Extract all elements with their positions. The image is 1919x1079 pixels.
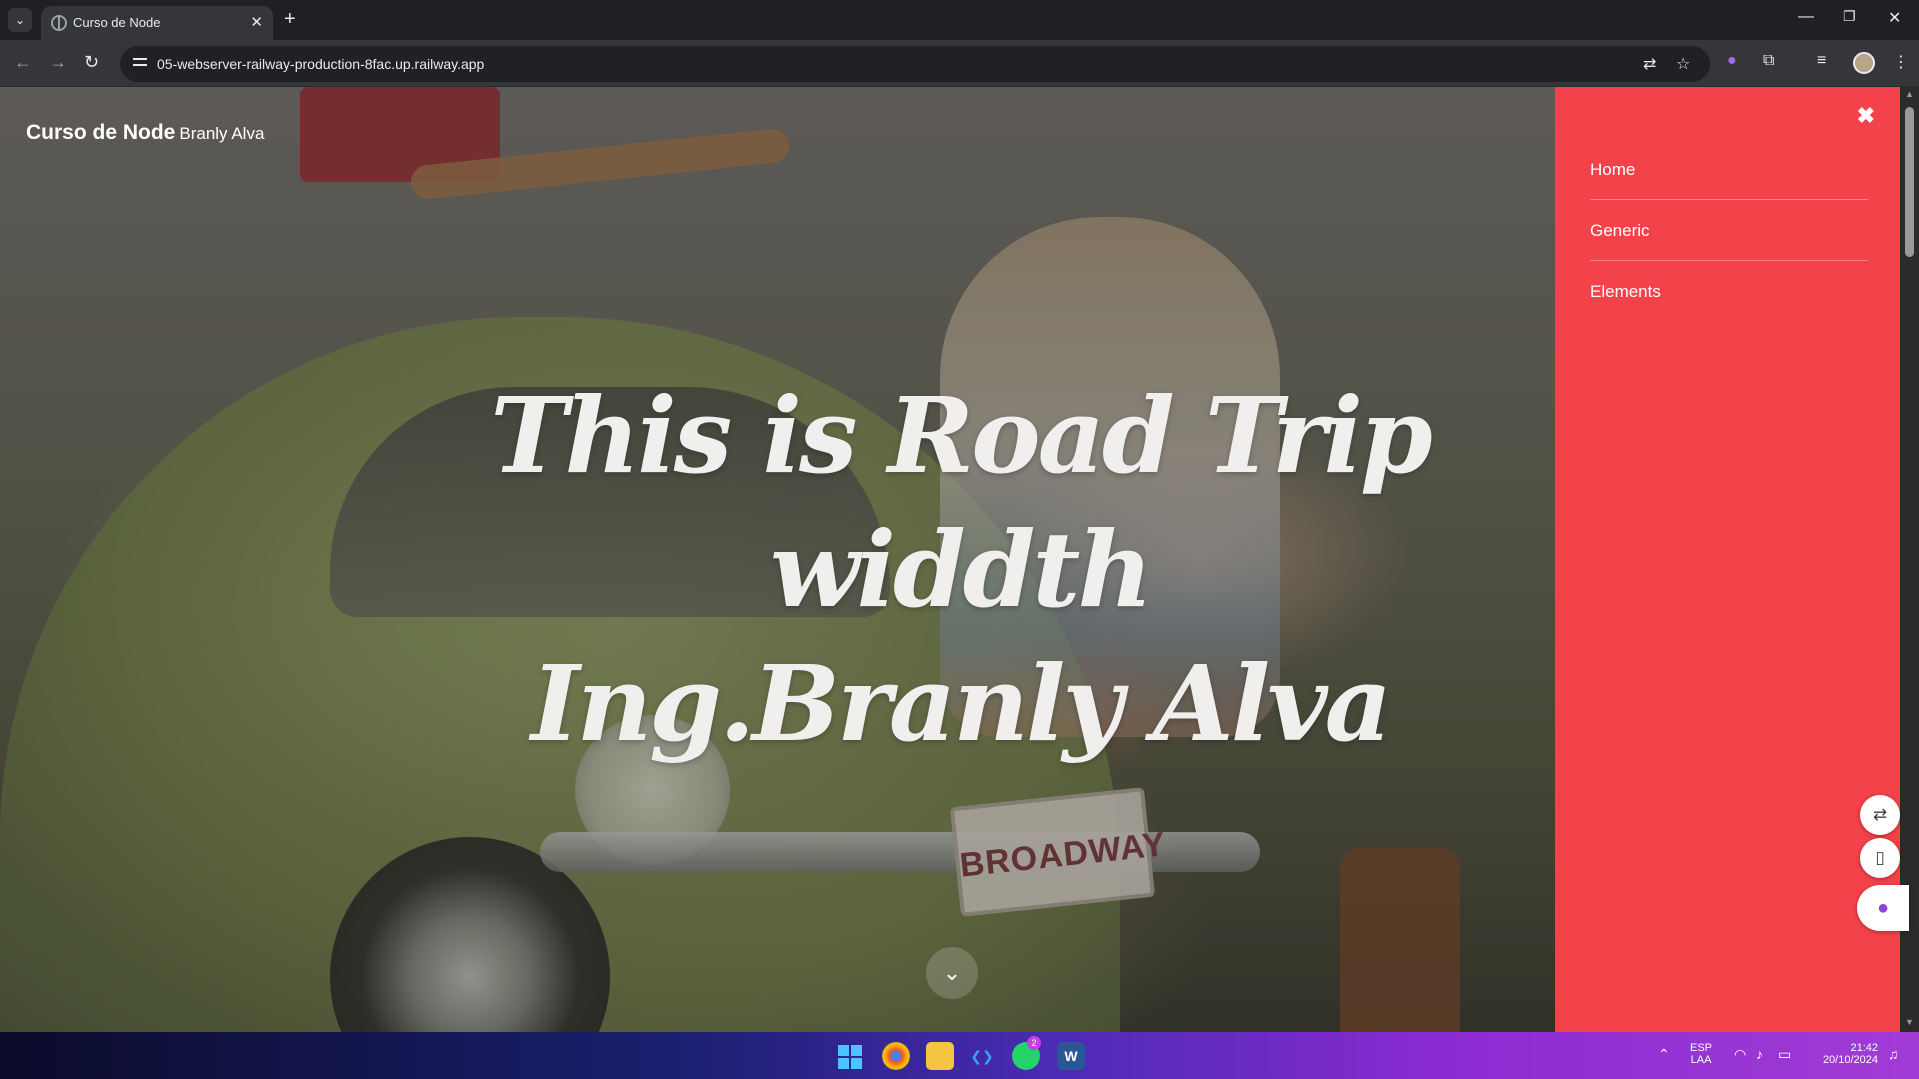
language-code: ESP bbox=[1690, 1042, 1713, 1054]
clock-time: 21:42 bbox=[1850, 1042, 1878, 1054]
translate-float-icon[interactable]: ⇄ bbox=[1860, 795, 1900, 835]
brain-assistant-icon[interactable]: ● bbox=[1857, 885, 1909, 931]
vscode-icon[interactable]: ❮❯ bbox=[968, 1042, 996, 1070]
address-bar[interactable]: 05-webserver-railway-production-8fac.up.… bbox=[120, 46, 1710, 82]
word-icon[interactable]: W bbox=[1057, 1042, 1085, 1070]
clock-date: 20/10/2024 bbox=[1822, 1054, 1878, 1066]
scrollbar-thumb[interactable] bbox=[1905, 107, 1914, 257]
globe-icon bbox=[51, 15, 67, 31]
page-viewport: BROADWAY Curso de Node Branly Alva This i… bbox=[0, 87, 1919, 1032]
brand-author: Branly Alva bbox=[179, 124, 265, 143]
menu-kebab-icon[interactable]: ⋮ bbox=[1893, 52, 1909, 72]
notification-bell-icon[interactable]: ♫ bbox=[1888, 1046, 1899, 1062]
restore-icon[interactable]: ❐ bbox=[1843, 8, 1856, 25]
clock[interactable]: 21:42 20/10/2024 bbox=[1812, 1042, 1878, 1066]
profile-avatar[interactable] bbox=[1853, 52, 1875, 74]
browser-tab-bar: ⌄ Curso de Node ✕ + — ❐ ✕ bbox=[0, 0, 1919, 40]
menu-item-home[interactable]: Home bbox=[1590, 139, 1868, 200]
tab-title: Curso de Node bbox=[73, 15, 161, 30]
side-menu: ✖ Home Generic Elements bbox=[1555, 87, 1900, 1032]
window-close-icon[interactable]: ✕ bbox=[1888, 8, 1901, 28]
windows-start-icon[interactable] bbox=[838, 1045, 862, 1069]
wifi-icon[interactable]: ◠ bbox=[1734, 1046, 1746, 1063]
hero-banner: BROADWAY Curso de Node Branly Alva This i… bbox=[0, 87, 1555, 1032]
layout-code: LAA bbox=[1690, 1054, 1712, 1066]
reading-list-icon[interactable]: ≡ bbox=[1817, 52, 1826, 70]
brain-extension-icon[interactable]: ● bbox=[1727, 52, 1737, 70]
hero-title: This is Road Trip widdth Ing.Branly Alva bbox=[490, 374, 1433, 765]
battery-icon[interactable]: ▭ bbox=[1778, 1046, 1791, 1063]
keyboard-language[interactable]: ESP LAA bbox=[1690, 1042, 1712, 1066]
tab-close-icon[interactable]: ✕ bbox=[250, 13, 263, 31]
menu-item-elements[interactable]: Elements bbox=[1590, 261, 1868, 322]
bookmark-star-icon[interactable]: ☆ bbox=[1676, 54, 1690, 74]
brand-title: Curso de Node bbox=[26, 121, 176, 144]
scroll-down-button[interactable]: ⌄ bbox=[926, 947, 978, 999]
new-tab-plus-icon[interactable]: + bbox=[284, 8, 296, 30]
reader-mode-icon[interactable]: ▯ bbox=[1860, 838, 1900, 878]
minimize-icon[interactable]: — bbox=[1798, 8, 1814, 26]
chrome-icon[interactable] bbox=[882, 1042, 910, 1070]
site-info-icon[interactable] bbox=[133, 56, 149, 70]
whatsapp-badge: 2 bbox=[1027, 1036, 1041, 1050]
reload-icon[interactable]: ↻ bbox=[84, 52, 99, 73]
menu-item-generic[interactable]: Generic bbox=[1590, 200, 1868, 261]
volume-icon[interactable]: ♪ bbox=[1756, 1046, 1763, 1062]
scroll-up-arrow-icon[interactable]: ▲ bbox=[1905, 89, 1914, 99]
extensions-puzzle-icon[interactable]: ⧉ bbox=[1763, 52, 1774, 70]
menu-list: Home Generic Elements bbox=[1590, 139, 1868, 322]
tray-chevron-up-icon[interactable]: ⌃ bbox=[1658, 1046, 1670, 1063]
file-explorer-icon[interactable] bbox=[926, 1042, 954, 1070]
browser-tab[interactable]: Curso de Node ✕ bbox=[41, 6, 273, 40]
forward-arrow-icon[interactable]: → bbox=[49, 52, 67, 73]
tab-search-chevron-icon[interactable]: ⌄ bbox=[8, 8, 32, 32]
site-logo[interactable]: Curso de Node Branly Alva bbox=[26, 121, 264, 145]
browser-toolbar: ← → ↻ 05-webserver-railway-production-8f… bbox=[0, 40, 1919, 87]
scroll-down-arrow-icon[interactable]: ▼ bbox=[1905, 1017, 1914, 1027]
chevron-down-icon: ⌄ bbox=[942, 960, 962, 985]
menu-close-icon[interactable]: ✖ bbox=[1857, 103, 1875, 129]
translate-icon[interactable]: ⇄ bbox=[1643, 54, 1656, 74]
url-text[interactable]: 05-webserver-railway-production-8fac.up.… bbox=[157, 56, 484, 72]
windows-taskbar: ❮❯ 2 W ⌃ ESP LAA ◠ ♪ ▭ 21:42 20/10/2024 … bbox=[0, 1032, 1919, 1079]
back-arrow-icon[interactable]: ← bbox=[14, 52, 32, 73]
